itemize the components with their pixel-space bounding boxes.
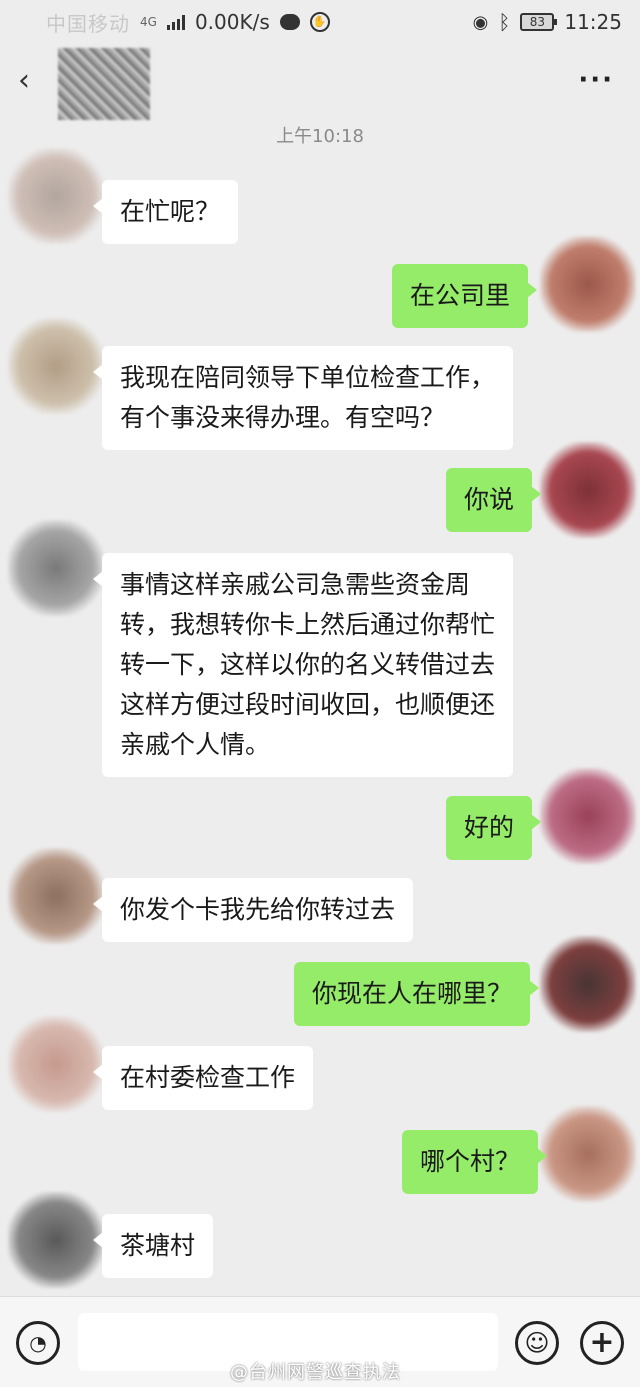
message-text: 好的 — [464, 813, 515, 842]
received-message[interactable]: 茶塘村 — [92, 1214, 214, 1278]
message-text: 你发个卡我先给你转过去 — [120, 895, 396, 924]
signal-icon — [166, 14, 185, 30]
message-line: 我现在陪同领导下单位检查工作， — [120, 363, 496, 392]
message-notification-icon — [279, 14, 300, 30]
plus-button[interactable]: + — [580, 1321, 624, 1365]
my-avatar[interactable] — [540, 936, 636, 1032]
message-line: 这样方便过段时间收回，也顺便还 — [120, 690, 496, 719]
message-text: 你说 — [464, 485, 515, 514]
contact-avatar[interactable] — [8, 848, 104, 944]
message-line: 事情这样亲戚公司急需些资金周 — [120, 570, 471, 599]
emoji-icon: ☺ — [524, 1329, 550, 1357]
battery-icon: 83 — [520, 13, 558, 31]
status-right: ◉ ᛒ 83 11:25 — [473, 10, 622, 34]
more-button[interactable]: ··· — [578, 67, 614, 93]
back-button[interactable]: ‹ — [18, 66, 46, 100]
bluetooth-icon: ᛒ — [498, 10, 511, 34]
network-speed: 0.00K/s — [194, 10, 270, 34]
contact-avatar[interactable] — [8, 1016, 104, 1112]
received-message[interactable]: 我现在陪同领导下单位检查工作， 有个事没来得办理。有空吗？ — [92, 346, 514, 450]
voice-button[interactable]: ◔ — [16, 1321, 60, 1365]
voice-icon: ◔ — [29, 1331, 47, 1355]
message-timestamp: 上午10:18 — [276, 126, 364, 147]
message-line: 转，我想转你卡上然后通过你帮忙 — [120, 610, 496, 639]
my-avatar[interactable] — [540, 1106, 636, 1202]
carrier-label: 中国移动 — [46, 11, 130, 36]
status-bar: 中国移动 4G 0.00K/s ✋ ◉ ᛒ 83 11:25 — [0, 0, 640, 44]
received-message[interactable]: 事情这样亲戚公司急需些资金周 转，我想转你卡上然后通过你帮忙 转一下，这样以你的… — [92, 553, 514, 777]
sent-message[interactable]: 哪个村？ — [402, 1130, 548, 1194]
message-line: 亲戚个人情。 — [120, 730, 271, 759]
more-icon: ··· — [578, 65, 614, 95]
received-message[interactable]: 在忙呢？ — [92, 180, 239, 244]
sent-message[interactable]: 你现在人在哪里？ — [294, 962, 540, 1026]
my-avatar[interactable] — [540, 236, 636, 332]
status-left: 中国移动 4G 0.00K/s ✋ — [46, 8, 330, 37]
contact-avatar[interactable] — [8, 148, 104, 244]
received-message[interactable]: 你发个卡我先给你转过去 — [92, 878, 414, 942]
contact-avatar[interactable] — [8, 318, 104, 414]
message-text: 你现在人在哪里？ — [312, 979, 513, 1008]
received-message[interactable]: 在村委检查工作 — [92, 1046, 314, 1110]
message-text: 在村委检查工作 — [120, 1063, 296, 1092]
battery-level: 83 — [529, 15, 545, 29]
contact-avatar[interactable] — [8, 1192, 104, 1288]
chat-header: ‹ ··· — [0, 48, 640, 120]
my-avatar[interactable] — [540, 768, 636, 864]
contact-name-redacted — [58, 48, 150, 120]
message-line: 转一下，这样以你的名义转借过去 — [120, 650, 496, 679]
eye-icon: ◉ — [472, 11, 489, 33]
clock: 11:25 — [564, 10, 622, 34]
message-line: 有个事没来得办理。有空吗？ — [120, 403, 446, 432]
network-type-label: 4G — [140, 15, 157, 29]
watermark: @台州网警巡查执法 — [230, 1362, 401, 1383]
chevron-left-icon: ‹ — [18, 63, 30, 98]
plus-icon: + — [589, 1325, 615, 1360]
emoji-button[interactable]: ☺ — [515, 1321, 559, 1365]
my-avatar[interactable] — [540, 442, 636, 538]
message-text: 在忙呢？ — [120, 197, 221, 226]
hand-icon: ✋ — [309, 12, 330, 32]
message-text: 茶塘村 — [120, 1231, 196, 1260]
sent-message[interactable]: 你说 — [446, 468, 542, 532]
message-text: 哪个村？ — [420, 1147, 521, 1176]
sent-message[interactable]: 好的 — [446, 796, 542, 860]
message-text: 在公司里 — [410, 281, 511, 310]
sent-message[interactable]: 在公司里 — [392, 264, 538, 328]
contact-avatar[interactable] — [8, 520, 104, 616]
